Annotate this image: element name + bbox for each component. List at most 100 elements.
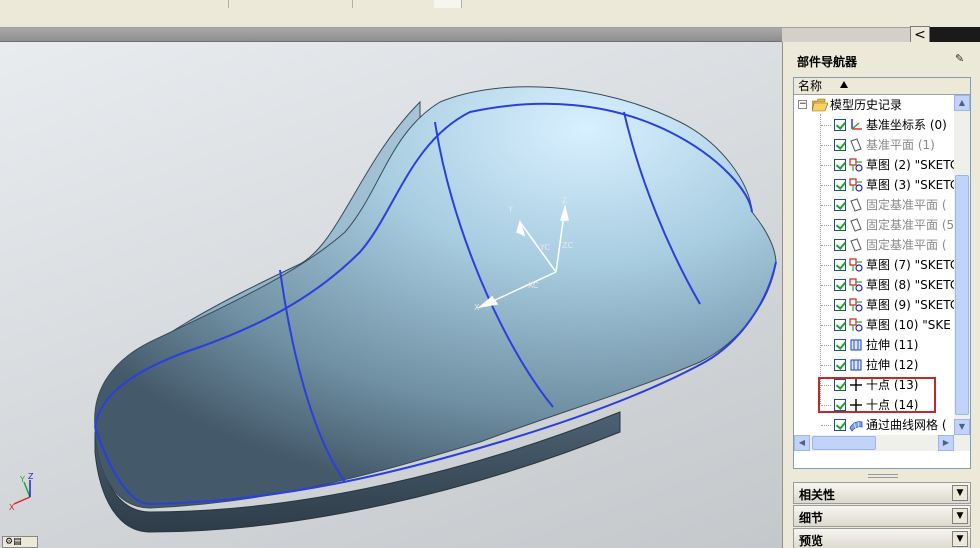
model-canvas[interactable]: X Y Z XC YC ZC X Y Z [0, 42, 782, 548]
tree-item[interactable]: 固定基准平面 (5 [794, 215, 954, 235]
chevron-down-icon[interactable]: ▼ [952, 531, 968, 547]
mesh-surface[interactable] [94, 86, 777, 509]
scroll-thumb[interactable] [955, 175, 969, 415]
sketch-icon [849, 318, 863, 332]
tree-guide [821, 365, 831, 366]
visibility-checkbox[interactable] [834, 319, 846, 331]
tree-item[interactable]: 基准坐标系 (0) [794, 115, 954, 135]
tree-guide [821, 345, 831, 346]
tree-item-label: 通过曲线网格 ( [866, 418, 947, 432]
panel-splitter[interactable] [868, 474, 898, 478]
tree-item-label: 基准平面 (1) [866, 138, 935, 152]
toolbar-separator [228, 0, 229, 8]
graphics-viewport[interactable]: X Y Z XC YC ZC X Y Z [0, 42, 782, 548]
scroll-down-button[interactable]: ▼ [954, 419, 970, 435]
navigator-tree[interactable]: 名称 − 模型历史记录 基准坐标系 (0) 基准平面 (1) 草图 (2) "SKE… [793, 77, 971, 469]
visibility-checkbox[interactable] [834, 139, 846, 151]
chevron-down-icon[interactable]: ▼ [952, 508, 968, 524]
app-window: < X Y Z XC YC ZC X Y Z ⚙▤ 部件导航器 ✎ 名称 − 模… [0, 0, 980, 548]
collapse-icon[interactable]: − [798, 100, 807, 109]
section-details[interactable]: 细节 ▼ [793, 505, 971, 527]
scroll-left-button[interactable]: ◀ [794, 435, 810, 451]
mesh-surface-icon [849, 418, 863, 432]
toolbar-band [0, 28, 782, 42]
pin-icon[interactable]: ✎ [955, 53, 967, 65]
visibility-checkbox[interactable] [834, 259, 846, 271]
visibility-checkbox[interactable] [834, 299, 846, 311]
tree-root-history[interactable]: − 模型历史记录 [794, 95, 954, 115]
tree-item[interactable]: 草图 (10) "SKE [794, 315, 954, 335]
scroll-right-button[interactable]: ▶ [938, 435, 954, 451]
extrude-icon [849, 338, 863, 352]
tree-item-label: 拉伸 (11) [866, 338, 919, 352]
status-icon[interactable]: ⚙▤ [2, 536, 38, 548]
tree-item[interactable]: 草图 (7) "SKETC [794, 255, 958, 275]
wcs-z-label: Z [562, 196, 568, 205]
tree-guide [821, 185, 831, 186]
section-dependencies[interactable]: 相关性 ▼ [793, 482, 971, 504]
vertical-scrollbar[interactable]: ▲ ▼ [954, 95, 970, 435]
visibility-checkbox[interactable] [834, 119, 846, 131]
tree-guide [821, 305, 831, 306]
section-label: 细节 [799, 511, 824, 525]
tree-item-label: 固定基准平面 (5 [866, 218, 955, 232]
visibility-checkbox[interactable] [834, 219, 846, 231]
chevron-down-icon[interactable]: ▼ [952, 485, 968, 501]
tree-item[interactable]: 固定基准平面 ( [794, 235, 954, 255]
tree-guide [821, 205, 831, 206]
datum-plane-icon [849, 238, 863, 252]
tree-item[interactable]: 草图 (3) "SKETC [794, 175, 958, 195]
visibility-checkbox[interactable] [834, 159, 846, 171]
visibility-checkbox[interactable] [834, 339, 846, 351]
tree-item[interactable]: 通过曲线网格 ( [794, 415, 954, 435]
triad-y-label: Y [19, 475, 25, 484]
sketch-icon [849, 178, 863, 192]
sketch-icon [849, 258, 863, 272]
visibility-checkbox[interactable] [834, 179, 846, 191]
visibility-checkbox[interactable] [834, 199, 846, 211]
tree-item[interactable]: 拉伸 (11) [794, 335, 954, 355]
tree-item-label: 拉伸 (12) [866, 358, 919, 372]
tree-item-label: 固定基准平面 ( [866, 238, 947, 252]
scroll-up-button[interactable]: ▲ [954, 95, 970, 111]
visibility-checkbox[interactable] [834, 359, 846, 371]
tree-item-label: 草图 (8) "SKETC [866, 278, 959, 292]
tree-guide [821, 425, 831, 426]
sort-ascending-icon [840, 81, 848, 88]
hscroll-thumb[interactable] [812, 436, 876, 450]
part-navigator: 部件导航器 ✎ 名称 − 模型历史记录 基准坐标系 (0) 基准平面 (1) 草图 … [782, 42, 980, 548]
column-header-name[interactable]: 名称 [794, 78, 970, 95]
horizontal-scrollbar[interactable]: ◀ ▶ [794, 435, 970, 451]
tree-item[interactable]: 基准平面 (1) [794, 135, 954, 155]
wcs-y-label: Y [507, 205, 513, 214]
tree-item[interactable]: 草图 (8) "SKETC [794, 275, 958, 295]
datum-plane-icon [849, 198, 863, 212]
tree-item[interactable]: 拉伸 (12) [794, 355, 954, 375]
wcs-xc-label: XC [528, 281, 539, 290]
root-label: 模型历史记录 [830, 98, 903, 112]
toolbar-button[interactable] [434, 0, 462, 8]
section-preview[interactable]: 预览 ▼ [793, 528, 971, 548]
tree-item-label: 草图 (7) "SKETC [866, 258, 959, 272]
sketch-icon [849, 158, 863, 172]
tree-item[interactable]: 草图 (9) "SKETC [794, 295, 958, 315]
triad-z-label: Z [28, 472, 34, 481]
tree-item-label: 草图 (3) "SKETC [866, 178, 959, 192]
wcs-x-label: X [474, 303, 480, 312]
sketch-icon [849, 298, 863, 312]
annotation-highlight-box [818, 377, 936, 413]
tree-item[interactable]: 固定基准平面 ( [794, 195, 954, 215]
tree-guide [821, 325, 831, 326]
sketch-icon [849, 278, 863, 292]
tree-item-label: 草图 (9) "SKETC [866, 298, 959, 312]
visibility-checkbox[interactable] [834, 419, 846, 431]
tree-guide [821, 245, 831, 246]
tree-guide [821, 165, 831, 166]
visibility-checkbox[interactable] [834, 239, 846, 251]
column-header-label: 名称 [798, 79, 823, 93]
folder-open-icon [811, 98, 829, 112]
tree-item[interactable]: 草图 (2) "SKETC [794, 155, 958, 175]
tree-item-label: 草图 (10) "SKE [866, 318, 951, 332]
visibility-checkbox[interactable] [834, 279, 846, 291]
navigator-title: 部件导航器 [797, 55, 858, 69]
